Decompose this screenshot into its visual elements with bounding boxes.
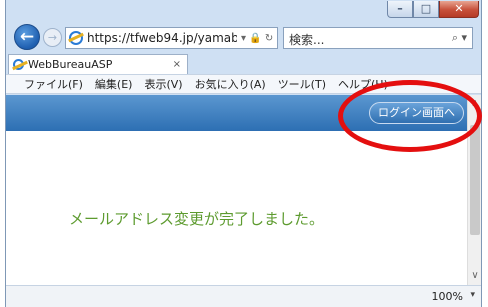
completion-message: メールアドレス変更が完了しました。	[69, 210, 325, 228]
address-url[interactable]: https://tfweb94.jp/yamab	[87, 31, 237, 45]
back-button[interactable]: ←	[14, 24, 40, 50]
browser-window: – □ ✕ ← → https://tfweb94.jp/yamab ▾ 🔒 ↻…	[5, 0, 482, 307]
address-tools[interactable]: ▾ 🔒 ↻	[241, 33, 273, 44]
close-window-button[interactable]: ✕	[439, 1, 479, 18]
tab-close-icon[interactable]: ×	[173, 59, 181, 70]
ie-page-icon	[69, 31, 83, 45]
status-bar: 100% ▾	[6, 285, 481, 307]
menu-file[interactable]: ファイル(F)	[24, 76, 83, 92]
menu-view[interactable]: 表示(V)	[144, 76, 182, 92]
window-controls: – □ ✕	[387, 1, 479, 18]
search-icon[interactable]: ⌕ ▾	[452, 31, 467, 45]
minimize-button[interactable]: –	[387, 1, 413, 18]
search-input[interactable]: 検索...	[289, 31, 324, 47]
scroll-down-icon[interactable]: ∨	[468, 267, 482, 285]
tab-title: WebBureauASP	[28, 58, 113, 71]
menu-favorites[interactable]: お気に入り(A)	[195, 76, 266, 92]
maximize-button[interactable]: □	[413, 1, 439, 18]
search-box[interactable]: 検索... ⌕ ▾	[283, 27, 473, 49]
menu-tools[interactable]: ツール(T)	[278, 76, 326, 92]
zoom-level[interactable]: 100%	[432, 290, 463, 303]
zoom-dropdown-icon[interactable]: ▾	[470, 290, 475, 300]
forward-button[interactable]: →	[43, 28, 62, 47]
red-circle-annotation	[338, 80, 482, 152]
tab-favicon-icon	[13, 59, 24, 70]
tab-webbureauasp[interactable]: WebBureauASP ×	[8, 54, 188, 74]
scroll-thumb[interactable]	[470, 125, 480, 235]
address-bar[interactable]: https://tfweb94.jp/yamab ▾ 🔒 ↻	[65, 27, 278, 49]
menu-edit[interactable]: 編集(E)	[95, 76, 133, 92]
navigation-row: ← → https://tfweb94.jp/yamab ▾ 🔒 ↻ 検索...…	[6, 22, 481, 52]
